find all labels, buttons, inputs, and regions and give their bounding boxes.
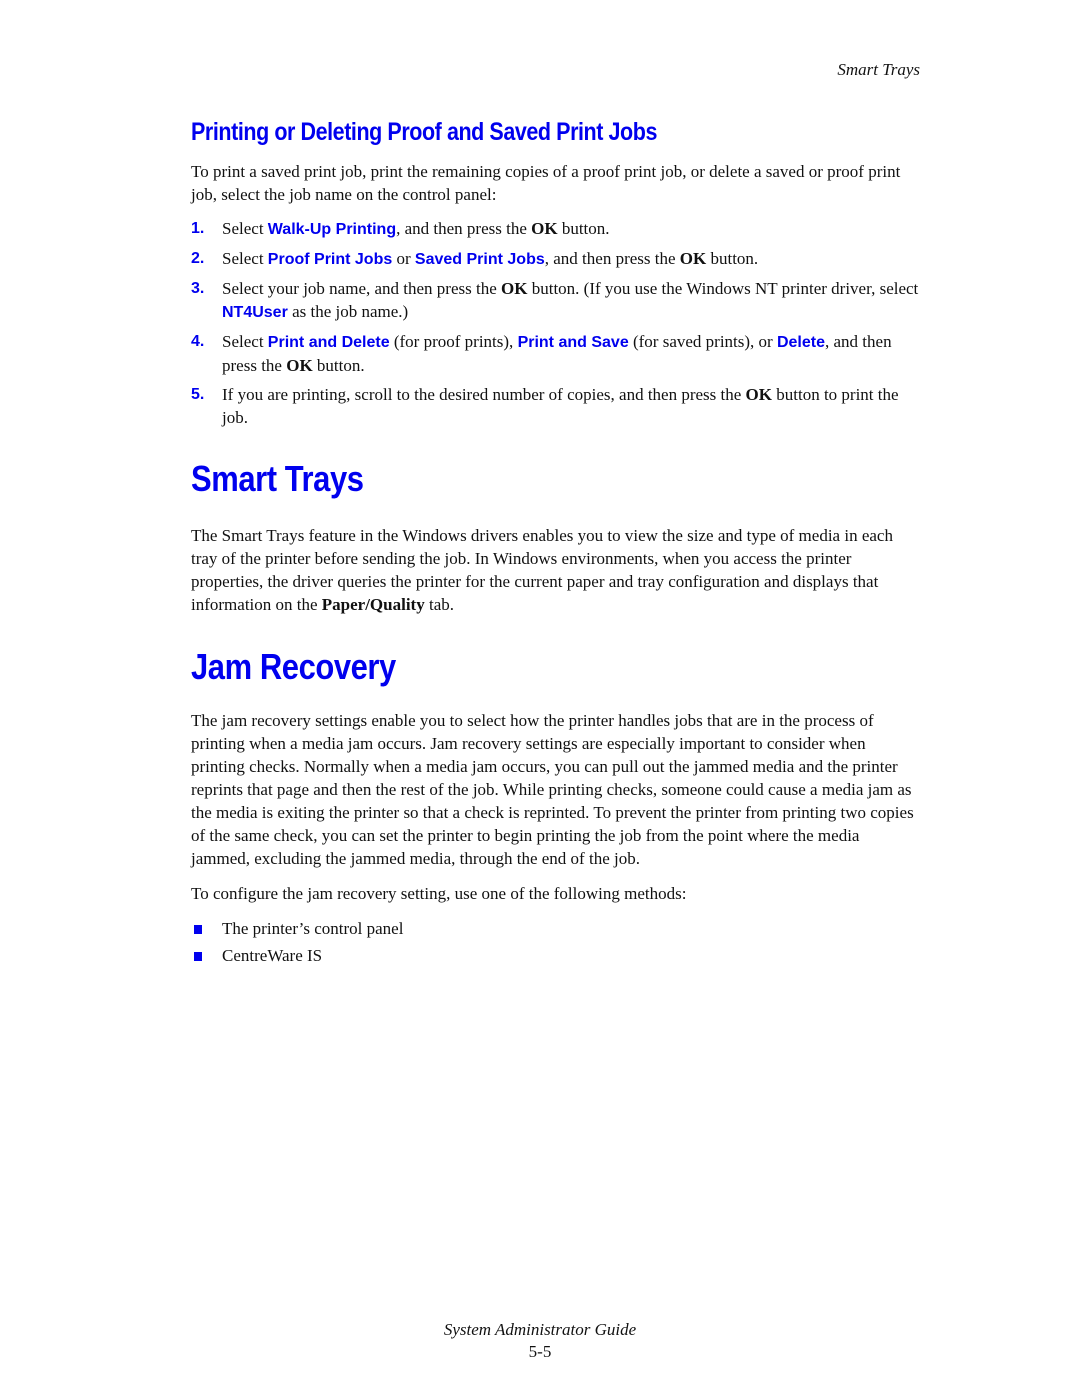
- section-heading: Smart Trays: [191, 458, 364, 499]
- step-text: button.: [706, 249, 759, 268]
- section-heading: Jam Recovery: [191, 646, 396, 687]
- square-bullet-icon: [194, 952, 202, 961]
- step-number: 5.: [191, 386, 205, 403]
- ui-term: NT4User: [222, 304, 288, 321]
- step-text: Select: [222, 249, 268, 268]
- step-text: (for proof prints),: [389, 332, 518, 351]
- step-text: or: [392, 249, 415, 268]
- jam-recovery-paragraph: The jam recovery settings enable you to …: [191, 711, 914, 868]
- list-item: 5. If you are printing, scroll to the de…: [191, 383, 921, 429]
- ok-term: OK: [679, 249, 707, 268]
- step-number: 1.: [191, 220, 205, 237]
- paragraph-text: The Smart Trays feature in the Windows d…: [191, 526, 893, 614]
- steps-list: 1. Select Walk-Up Printing, and then pre…: [191, 217, 921, 429]
- ui-term: Proof Print Jobs: [267, 251, 393, 268]
- methods-list: The printer’s control panel CentreWare I…: [191, 917, 921, 967]
- bullet-text: CentreWare IS: [222, 946, 323, 965]
- list-item: 2. Select Proof Print Jobs or Saved Prin…: [191, 247, 921, 271]
- page-footer: System Administrator Guide 5-5: [0, 1319, 1080, 1363]
- section-jam-recovery: Jam Recovery The jam recovery settings e…: [191, 646, 921, 971]
- ui-term: Delete: [776, 334, 825, 351]
- step-text: button.: [312, 356, 365, 375]
- ok-term: OK: [286, 356, 313, 375]
- ok-term: OK: [531, 219, 558, 238]
- step-text: , and then press the: [544, 249, 680, 268]
- section-smart-trays: Smart Trays The Smart Trays feature in t…: [191, 458, 921, 616]
- list-item: 1. Select Walk-Up Printing, and then pre…: [191, 217, 921, 241]
- step-text: Select your job name, and then press the: [222, 279, 502, 298]
- step-text: Select: [222, 332, 268, 351]
- step-text: button. (If you use the Windows NT print…: [527, 279, 919, 298]
- step-number: 3.: [191, 280, 205, 297]
- bullet-text: The printer’s control panel: [222, 919, 404, 938]
- ui-term: Print and Delete: [267, 334, 390, 351]
- list-item: The printer’s control panel: [191, 917, 921, 940]
- running-head: Smart Trays: [837, 60, 920, 79]
- step-text: If you are printing, scroll to the desir…: [222, 385, 746, 404]
- ok-term: OK: [501, 279, 528, 298]
- step-text: button.: [557, 219, 610, 238]
- list-item: 3. Select your job name, and then press …: [191, 277, 921, 324]
- page-number: 5-5: [528, 1342, 552, 1361]
- step-text: (for saved prints), or: [628, 332, 777, 351]
- list-item: CentreWare IS: [191, 944, 921, 967]
- footer-title: System Administrator Guide: [443, 1320, 637, 1339]
- ok-term: OK: [745, 385, 772, 404]
- step-number: 2.: [191, 250, 205, 267]
- section-heading: Printing or Deleting Proof and Saved Pri…: [191, 118, 657, 146]
- step-text: , and then press the: [396, 219, 532, 238]
- ui-term: Walk-Up Printing: [267, 221, 397, 238]
- intro-paragraph: To print a saved print job, print the re…: [191, 162, 901, 204]
- ui-term: Saved Print Jobs: [414, 251, 545, 268]
- step-text: Select: [222, 219, 268, 238]
- square-bullet-icon: [194, 925, 202, 934]
- smart-trays-paragraph: The Smart Trays feature in the Windows d…: [191, 524, 921, 616]
- section-printing-deleting: Printing or Deleting Proof and Saved Pri…: [191, 118, 921, 435]
- list-item: 4. Select Print and Delete (for proof pr…: [191, 330, 921, 377]
- step-number: 4.: [191, 333, 205, 350]
- ui-term: Print and Save: [517, 334, 629, 351]
- paragraph-text: tab.: [424, 595, 455, 614]
- methods-intro: To configure the jam recovery setting, u…: [191, 884, 687, 903]
- step-text: as the job name.): [287, 302, 409, 321]
- tab-name: Paper/Quality: [321, 595, 425, 614]
